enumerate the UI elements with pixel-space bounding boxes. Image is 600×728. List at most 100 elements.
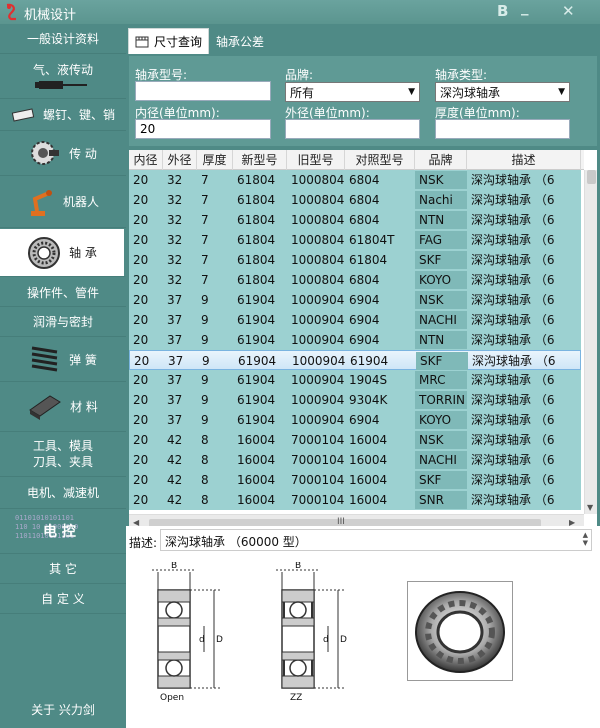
table-row[interactable]: 20 32 7 61804 1000804 6804 NSK 深沟球轴承 （6	[129, 170, 581, 190]
sidebar-item-tools-molds[interactable]: 工具、模具 刀具、夹具	[0, 432, 126, 477]
table-row[interactable]: 20 32 7 61804 1000804 6804 KOYO 深沟球轴承 （6	[129, 270, 581, 290]
model-input[interactable]	[135, 81, 271, 101]
sidebar-item-custom[interactable]: 自 定 义	[0, 584, 126, 614]
table-cell: 61804	[237, 173, 276, 187]
table-row[interactable]: 20 32 7 61804 1000804 61804T FAG 深沟球轴承 （6	[129, 230, 581, 250]
table-cell: 61904	[237, 413, 276, 427]
sidebar-item-lubrication-sealing[interactable]: 润滑与密封	[0, 307, 126, 337]
table-row[interactable]: 20 37 9 61904 1000904 1904S MRC 深沟球轴承 （6	[129, 370, 581, 390]
open-caption: Open	[160, 693, 184, 702]
table-cell: 20	[133, 213, 149, 227]
table-cell: 6904	[349, 313, 380, 327]
tab-label: 轴承公差	[216, 34, 265, 49]
sidebar-item-operating-parts[interactable]: 操作件、管件	[0, 279, 126, 307]
thickness-input[interactable]	[435, 119, 570, 139]
sidebar-item-fasteners[interactable]: 螺钉、键、销	[0, 99, 126, 131]
sidebar-item-label-line1: 工具、模具	[32, 439, 93, 453]
table-cell: 20	[133, 373, 149, 387]
sidebar-item-spring[interactable]: 弹 簧	[0, 337, 126, 382]
tab-dimension-query[interactable]: 尺寸查询	[128, 28, 210, 54]
sidebar-item-material[interactable]: 材 料	[0, 382, 126, 432]
description-panel: 描述: 深沟球轴承 （60000 型） ▲ ▼ B d D Open B d D…	[126, 526, 600, 728]
table-cell: 20	[133, 333, 149, 347]
dim-b-label: B	[295, 562, 301, 571]
table-row[interactable]: 20 42 8 16004 7000104 16004 NSK 深沟球轴承 （6	[129, 430, 581, 450]
table-cell: 深沟球轴承 （6	[471, 393, 555, 407]
table-row[interactable]: 20 37 9 61904 1000904 6904 KOYO 深沟球轴承 （6	[129, 410, 581, 430]
column-header[interactable]: 旧型号	[287, 150, 345, 170]
table-cell: SKF	[416, 352, 468, 370]
brand-label: 品牌:	[285, 68, 314, 82]
tab-bearing-tolerance[interactable]: 轴承公差	[210, 28, 270, 54]
column-header[interactable]: 描述	[467, 150, 581, 170]
table-cell: 20	[133, 393, 149, 407]
table-cell: 61904	[237, 393, 276, 407]
sidebar-item-bearing[interactable]: 轴 承	[0, 229, 126, 277]
table-cell: NACHI	[415, 311, 467, 329]
table-row[interactable]: 20 37 9 61904 1000904 6904 NACHI 深沟球轴承 （6	[129, 310, 581, 330]
table-row[interactable]: 20 37 9 61904 1000904 6904 NSK 深沟球轴承 （6	[129, 290, 581, 310]
column-header[interactable]: 品牌	[415, 150, 467, 170]
outer-diameter-input[interactable]	[285, 119, 420, 139]
table-cell: 6804	[349, 273, 380, 287]
sidebar-item-other[interactable]: 其 它	[0, 554, 126, 584]
table-row[interactable]: 20 32 7 61804 1000804 61804 SKF 深沟球轴承 （6	[129, 250, 581, 270]
sidebar-item-electrical-control[interactable]: 01101010101101 110 10 11000010 110110101…	[0, 509, 126, 554]
search-form: 轴承型号: 品牌: 所有 ▼ 轴承类型: 深沟球轴承 ▼ 内径(单位mm): 外…	[129, 56, 597, 146]
table-cell: 深沟球轴承 （6	[471, 253, 555, 267]
inner-diameter-input[interactable]	[135, 119, 271, 139]
column-header[interactable]: 内径	[129, 150, 163, 170]
column-header[interactable]: 对照型号	[345, 150, 415, 170]
table-cell: 42	[167, 473, 183, 487]
table-cell: 6904	[349, 293, 380, 307]
table-row[interactable]: 20 37 9 61904 1000904 6904 NTN 深沟球轴承 （6	[129, 330, 581, 350]
table-row[interactable]: 20 42 8 16004 7000104 16004 SNR 深沟球轴承 （6	[129, 490, 581, 510]
table-cell: 16004	[349, 493, 388, 507]
sidebar-item-transmission[interactable]: 传 动	[0, 131, 126, 176]
table-cell: 7	[201, 233, 209, 247]
column-header[interactable]: 厚度	[197, 150, 233, 170]
table-cell: KOYO	[415, 411, 467, 429]
table-cell: 深沟球轴承 （6	[471, 453, 555, 467]
table-cell: Nachi	[415, 191, 467, 209]
table-cell: 32	[167, 233, 183, 247]
sidebar-item-label: 弹 簧	[69, 352, 97, 367]
description-field[interactable]: 深沟球轴承 （60000 型） ▲ ▼	[160, 529, 592, 551]
spinner-icon[interactable]: ▲ ▼	[583, 531, 588, 547]
table-cell: 61904	[350, 354, 389, 368]
table-row[interactable]: 20 37 9 61904 1000904 9304K TORRIN 深沟球轴承 （6	[129, 390, 581, 410]
sidebar-item-about[interactable]: 关于 兴力剑	[0, 694, 126, 724]
sidebar-item-pneumatic-hydraulic[interactable]: 气、液传动	[0, 54, 126, 99]
close-button[interactable]: ✕	[562, 2, 575, 20]
table-row[interactable]: 20 32 7 61804 1000804 6804 NTN 深沟球轴承 （6	[129, 210, 581, 230]
table-cell: 1000804	[291, 233, 345, 247]
column-header[interactable]: 外径	[163, 150, 197, 170]
table-row[interactable]: 20 42 8 16004 7000104 16004 SKF 深沟球轴承 （6	[129, 470, 581, 490]
minimize-button[interactable]: _	[521, 0, 529, 16]
skin-button[interactable]: B	[497, 2, 508, 20]
scroll-thumb[interactable]	[587, 170, 596, 184]
sidebar-item-motors-reducers[interactable]: 电机、减速机	[0, 477, 126, 509]
vertical-scrollbar[interactable]: ▼	[584, 170, 597, 514]
bearing-icon	[28, 236, 61, 269]
table-cell: SKF	[415, 471, 467, 489]
type-select[interactable]: 深沟球轴承 ▼	[435, 82, 570, 102]
table-row[interactable]: 20 37 9 61904 1000904 61904 SKF 深沟球轴承 （6	[129, 350, 581, 370]
open-bearing-diagram: B d D Open	[152, 562, 223, 702]
scroll-down-arrow-icon[interactable]: ▼	[587, 503, 593, 512]
table-cell: 1000804	[291, 253, 345, 267]
table-cell: 8	[201, 433, 209, 447]
column-header[interactable]: 新型号	[233, 150, 287, 170]
table-cell: 16004	[237, 493, 276, 507]
table-cell: 32	[167, 193, 183, 207]
sidebar-item-robot[interactable]: 机器人	[0, 176, 126, 228]
sidebar-item-label: 电 控	[43, 524, 76, 540]
table-row[interactable]: 20 42 8 16004 7000104 16004 NACHI 深沟球轴承 （6	[129, 450, 581, 470]
table-cell: 61904	[237, 313, 276, 327]
ruler-icon	[135, 36, 149, 47]
description-label: 描述:	[129, 536, 158, 550]
table-cell: 6804	[349, 173, 380, 187]
brand-select[interactable]: 所有 ▼	[285, 82, 420, 102]
sidebar-item-general-design[interactable]: 一般设计资料	[0, 24, 126, 54]
table-row[interactable]: 20 32 7 61804 1000804 6804 Nachi 深沟球轴承 （6	[129, 190, 581, 210]
